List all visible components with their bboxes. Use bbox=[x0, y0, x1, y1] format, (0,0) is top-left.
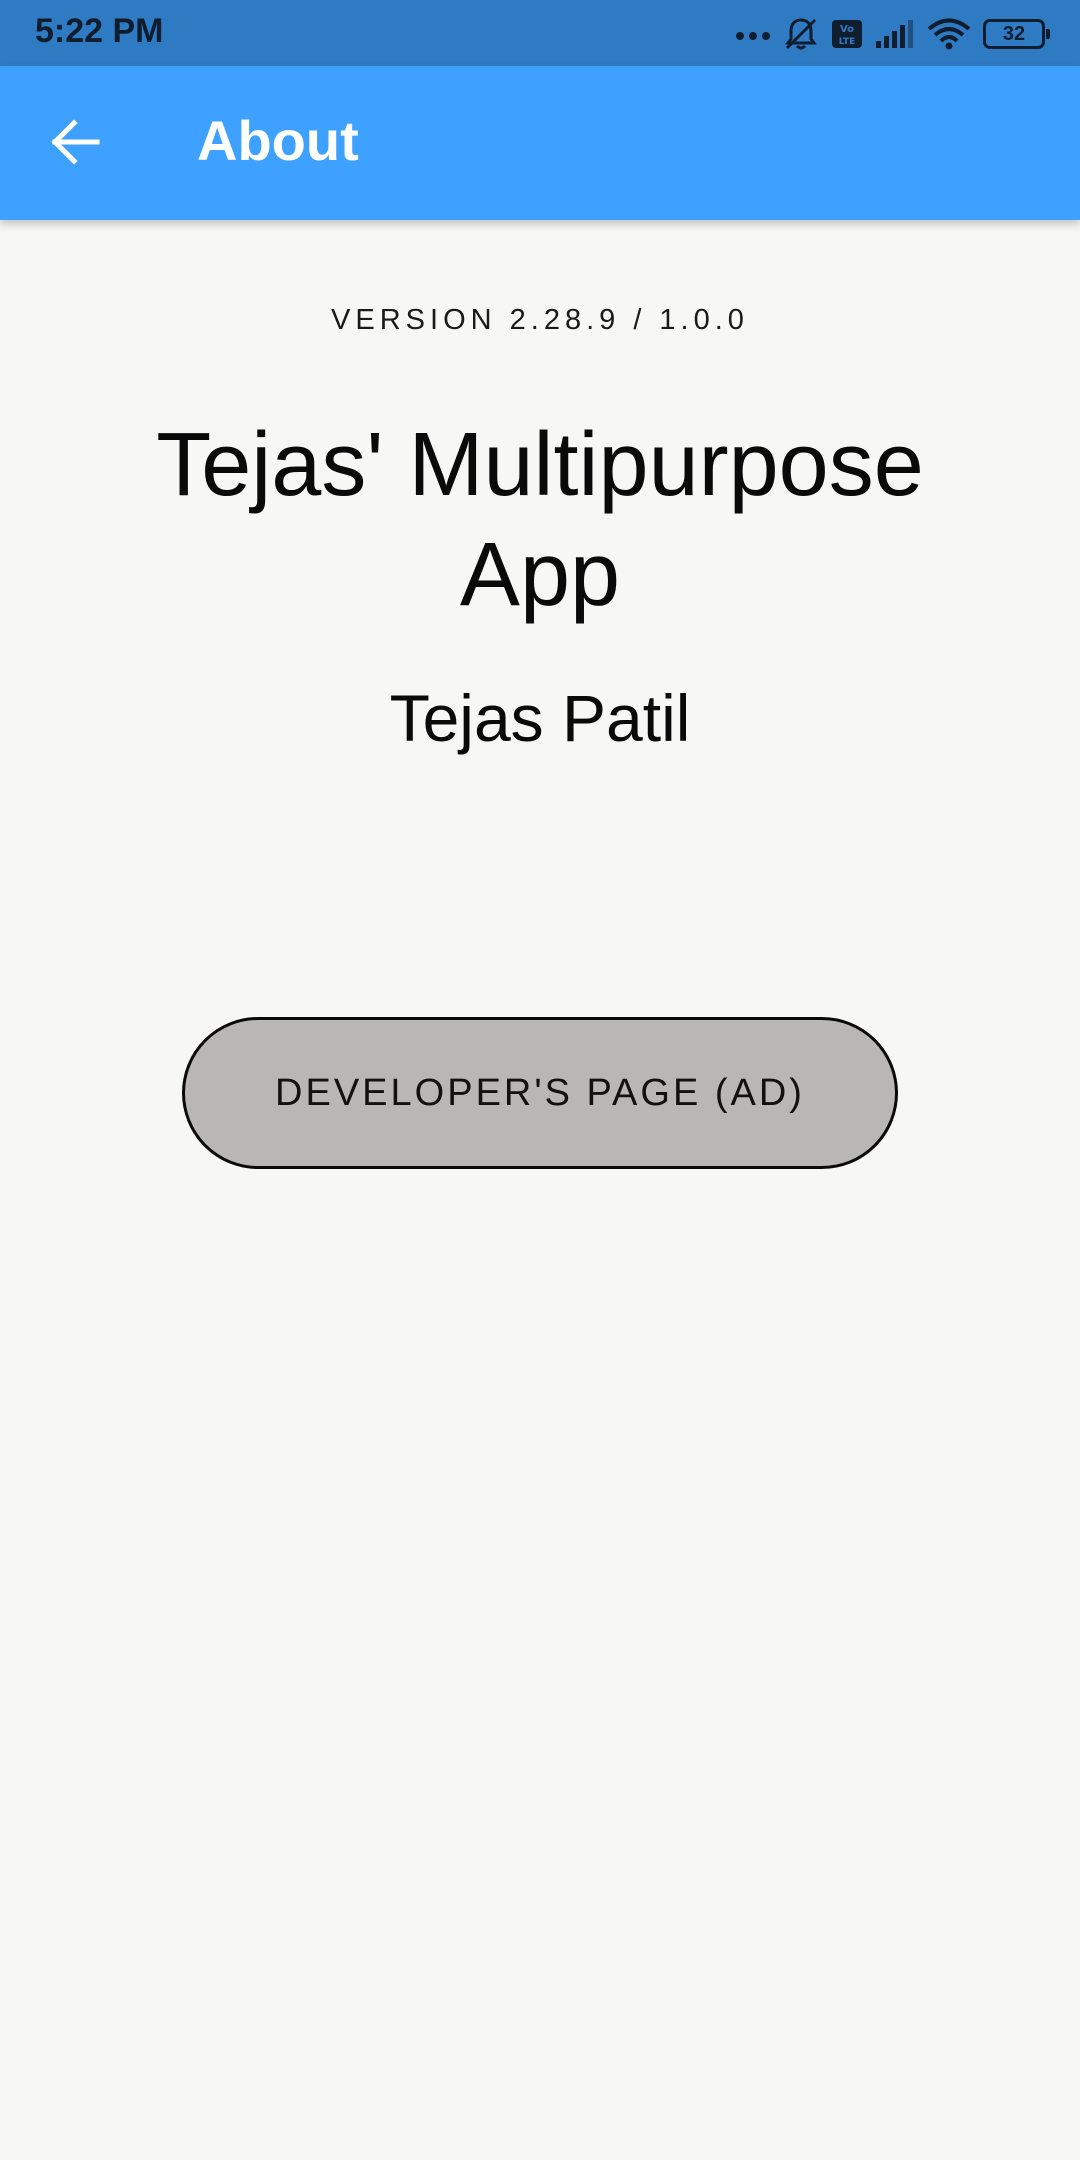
status-icons: Vo LTE 32 bbox=[735, 14, 1050, 54]
arrow-back-icon bbox=[51, 118, 101, 170]
app-bar: About bbox=[0, 66, 1080, 220]
svg-text:LTE: LTE bbox=[839, 37, 856, 47]
battery-level: 32 bbox=[1002, 22, 1026, 45]
more-dots-icon bbox=[735, 28, 771, 40]
status-time: 5:22 PM bbox=[35, 12, 164, 50]
status-bar: 5:22 PM Vo LTE 32 bbox=[0, 0, 1080, 66]
developer-page-button[interactable]: DEVELOPER'S PAGE (AD) bbox=[182, 1017, 898, 1169]
app-name: Tejas' Multipurpose App bbox=[156, 415, 924, 625]
signal-icon bbox=[875, 19, 915, 49]
author-name: Tejas Patil bbox=[389, 681, 691, 755]
developer-page-button-label: DEVELOPER'S PAGE (AD) bbox=[275, 1071, 805, 1114]
back-button[interactable] bbox=[34, 109, 118, 179]
svg-text:Vo: Vo bbox=[840, 24, 854, 35]
page-title: About bbox=[197, 109, 359, 172]
muted-bell-icon bbox=[783, 16, 819, 52]
wifi-icon bbox=[927, 18, 971, 50]
battery-icon: 32 bbox=[983, 19, 1050, 49]
volte-icon: Vo LTE bbox=[831, 19, 863, 49]
version-label: VERSION 2.28.9 / 1.0.0 bbox=[331, 304, 749, 336]
